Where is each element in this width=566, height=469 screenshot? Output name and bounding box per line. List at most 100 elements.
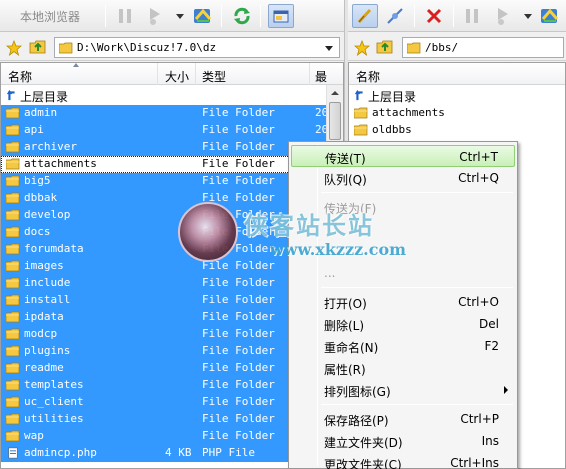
- column-name-header[interactable]: 名称: [356, 68, 380, 85]
- table-row[interactable]: docs File Folder: [1, 224, 326, 241]
- folder-icon: [6, 430, 20, 442]
- star-icon[interactable]: [354, 40, 370, 56]
- file-type: File Folder: [202, 174, 275, 187]
- right-path-combobox[interactable]: /bbs/: [402, 37, 564, 58]
- table-row[interactable]: readme File Folder: [1, 360, 326, 377]
- connect-button[interactable]: [352, 4, 378, 28]
- file-name: attachments: [24, 157, 97, 170]
- chevron-down-icon[interactable]: [524, 14, 532, 19]
- file-name: uc_client: [24, 395, 84, 408]
- menu-item[interactable]: 重命名(N) F2: [291, 335, 515, 357]
- menu-item[interactable]: 传送(T) Ctrl+T: [291, 145, 515, 167]
- table-row[interactable]: attachments: [349, 105, 565, 122]
- chevron-down-icon[interactable]: [325, 46, 333, 51]
- table-row[interactable]: ipdata File Folder: [1, 309, 326, 326]
- folder-up-icon[interactable]: [29, 39, 47, 55]
- column-divider[interactable]: [195, 63, 196, 85]
- table-row[interactable]: big5 File Folder: [1, 173, 326, 190]
- column-header: 名称 大小 类型 最: [1, 63, 343, 85]
- table-row[interactable]: include File Folder: [1, 275, 326, 292]
- chevron-down-icon[interactable]: [176, 14, 184, 19]
- close-icon: [426, 8, 442, 24]
- table-row[interactable]: images File Folder: [1, 258, 326, 275]
- file-name: templates: [24, 378, 84, 391]
- column-date-header[interactable]: 最: [315, 68, 327, 85]
- local-browser-label[interactable]: 本地浏览器: [20, 8, 80, 25]
- right-path-bar: /bbs/: [346, 33, 566, 61]
- column-name-header[interactable]: 名称: [8, 68, 32, 85]
- table-row[interactable]: uc_client File Folder: [1, 394, 326, 411]
- folder-icon: [6, 294, 20, 306]
- menu-item[interactable]: 排列图标(G): [291, 379, 515, 401]
- up-directory-row[interactable]: 上层目录: [349, 88, 565, 105]
- menu-item[interactable]: 更改文件夹(C) Ctrl+Ins: [291, 452, 515, 469]
- queue-run-button[interactable]: [142, 4, 168, 28]
- left-path-combobox[interactable]: D:\Work\Discuz!7.0\dz: [54, 37, 340, 58]
- menu-item[interactable]: 保存路径(P) Ctrl+P: [291, 408, 515, 430]
- table-row[interactable]: develop File Folder: [1, 207, 326, 224]
- file-name: readme: [24, 361, 64, 374]
- table-row[interactable]: admincp.php 4 KB PHP File: [1, 445, 326, 462]
- table-row[interactable]: api File Folder 20: [1, 122, 328, 139]
- menu-item[interactable]: 打开(O) Ctrl+O: [291, 291, 515, 313]
- up-directory-row[interactable]: 上层目录: [1, 88, 326, 105]
- stop-button[interactable]: [421, 4, 447, 28]
- file-name: admincp.php: [24, 446, 97, 459]
- menu-separator: [321, 287, 513, 288]
- column-size-header[interactable]: 大小: [165, 68, 189, 85]
- menu-item-shortcut: Ctrl+O: [458, 295, 499, 309]
- table-row[interactable]: install File Folder: [1, 292, 326, 309]
- table-row[interactable]: archiver File Folder: [1, 139, 326, 156]
- table-row[interactable]: modcp File Folder: [1, 326, 326, 343]
- menu-item-label: 打开(O): [324, 297, 367, 311]
- php-file-icon: [8, 447, 18, 459]
- folder-icon: [6, 192, 20, 204]
- menu-item[interactable]: 删除(L) Del: [291, 313, 515, 335]
- file-name: attachments: [372, 106, 445, 119]
- table-row[interactable]: admin File Folder 20: [1, 105, 328, 122]
- right-toolbar: [346, 0, 566, 32]
- menu-separator: [321, 192, 513, 193]
- menu-item-label: 属性(R): [324, 363, 366, 377]
- column-type-header[interactable]: 类型: [202, 68, 226, 85]
- table-row[interactable]: wap File Folder: [1, 428, 326, 445]
- table-row[interactable]: oldbbs: [349, 122, 565, 139]
- folder-icon: [6, 226, 20, 238]
- disconnect-button[interactable]: [382, 4, 408, 28]
- column-divider[interactable]: [309, 63, 310, 85]
- folder-up-icon[interactable]: [376, 39, 394, 55]
- table-row[interactable]: dbbak File Folder: [1, 190, 326, 207]
- table-row[interactable]: attachments File Folder: [1, 156, 326, 173]
- queue-run-button-right[interactable]: [490, 4, 516, 28]
- scroll-up-button[interactable]: [327, 85, 343, 101]
- table-row[interactable]: forumdata File Folder: [1, 241, 326, 258]
- pause-button-right[interactable]: [459, 4, 485, 28]
- file-type: File Folder: [202, 378, 275, 391]
- connect-arrows-icon: [194, 8, 212, 23]
- queue-run-icon: [498, 8, 508, 25]
- folder-icon: [6, 260, 20, 272]
- folder-icon: [6, 243, 20, 255]
- view-mode-button[interactable]: [268, 4, 294, 28]
- menu-item-shortcut: Ins: [481, 434, 499, 448]
- left-path-text[interactable]: D:\Work\Discuz!7.0\dz: [77, 41, 216, 54]
- file-type: File Folder: [202, 242, 275, 255]
- menu-item[interactable]: 属性(R): [291, 357, 515, 379]
- menu-item[interactable]: 建立文件夹(D) Ins: [291, 430, 515, 452]
- folder-icon: [354, 124, 368, 136]
- menu-item-label: 传送(T): [325, 152, 366, 166]
- menu-item[interactable]: 队列(Q) Ctrl+Q: [291, 167, 515, 189]
- sync-connect-button-right[interactable]: [537, 4, 563, 28]
- sync-connect-button[interactable]: [190, 4, 216, 28]
- scrollbar-thumb[interactable]: [329, 102, 341, 140]
- folder-icon: [407, 42, 421, 54]
- menu-separator: [321, 404, 513, 405]
- table-row[interactable]: utilities File Folder: [1, 411, 326, 428]
- star-icon[interactable]: [6, 40, 22, 56]
- table-row[interactable]: plugins File Folder: [1, 343, 326, 360]
- column-divider[interactable]: [157, 63, 158, 85]
- right-path-text[interactable]: /bbs/: [425, 41, 458, 54]
- pause-button[interactable]: [112, 4, 138, 28]
- table-row[interactable]: templates File Folder: [1, 377, 326, 394]
- refresh-button[interactable]: [229, 4, 255, 28]
